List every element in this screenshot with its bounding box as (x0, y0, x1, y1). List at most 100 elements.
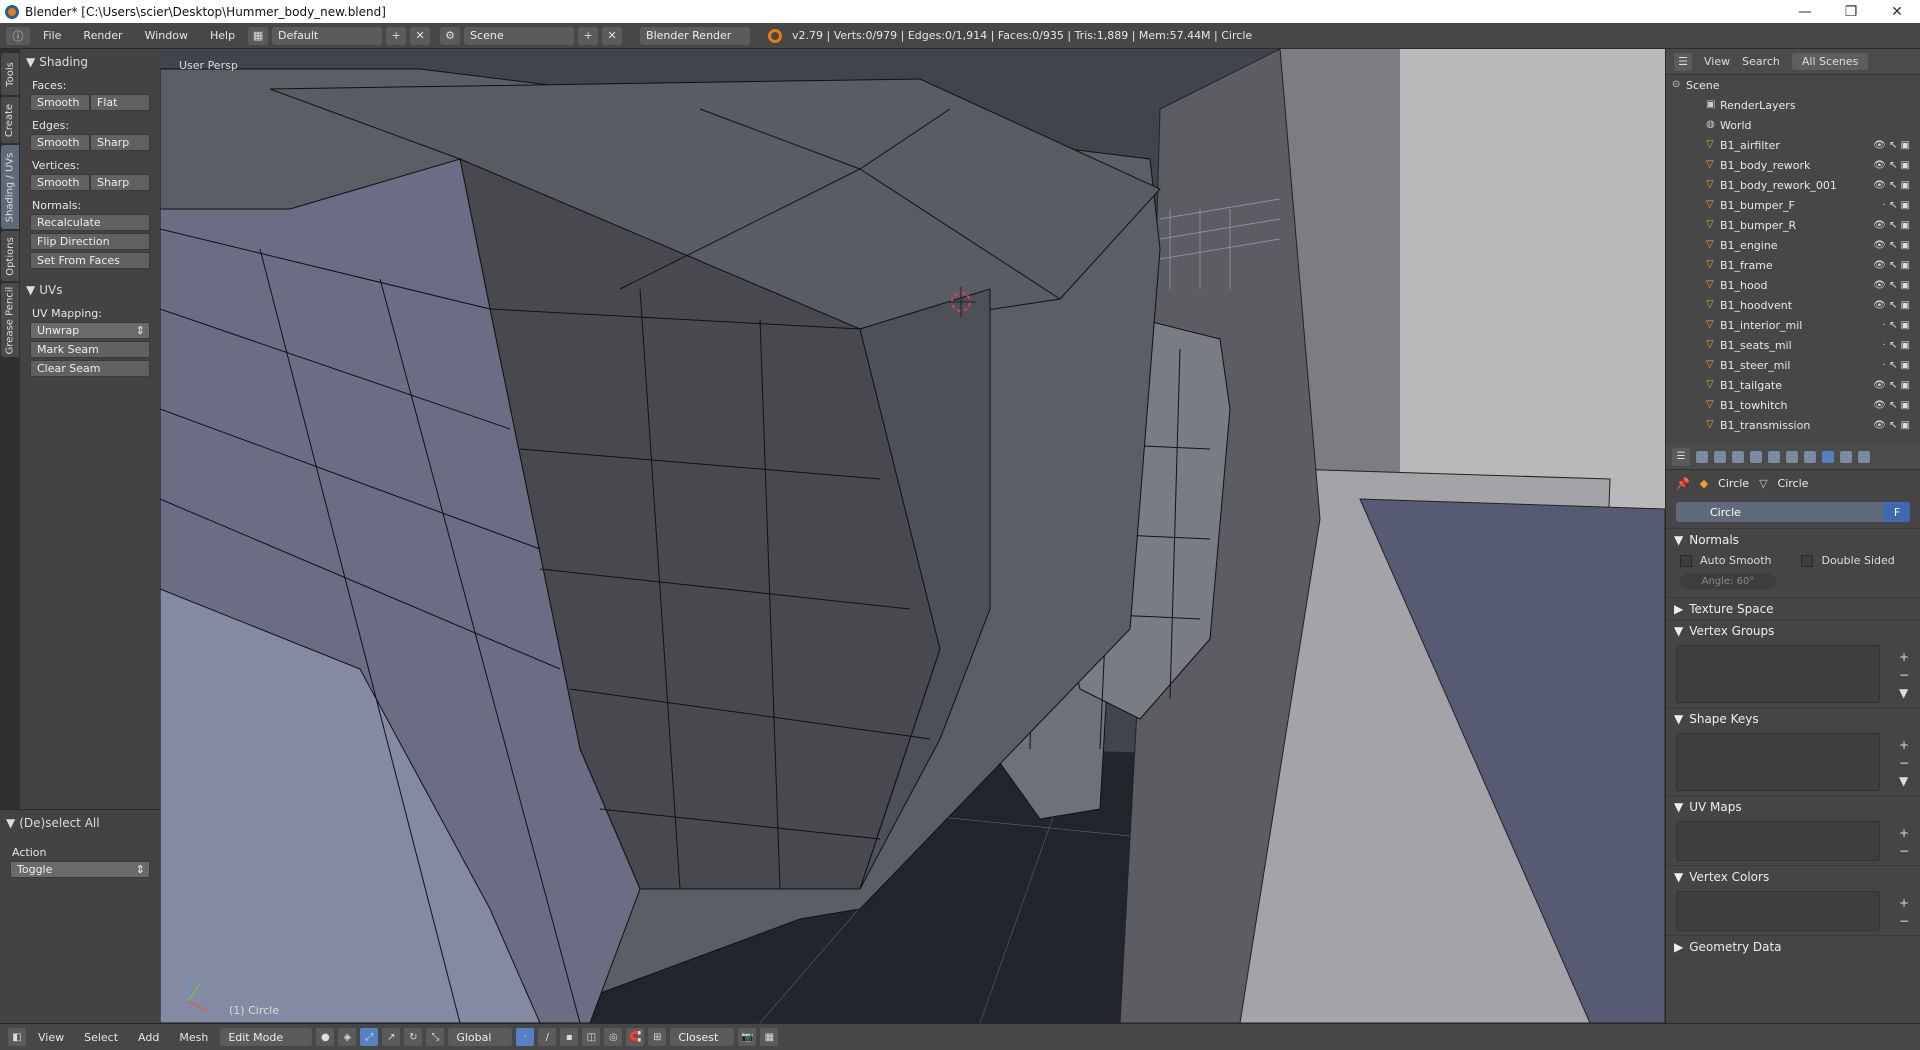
visibility-icons[interactable]: · ↖ ▣ (1883, 360, 1910, 371)
shading-panel-header[interactable]: ▼ Shading (26, 53, 154, 71)
outliner-item[interactable]: ▽ B1_hood 👁 ↖ ▣ (1666, 275, 1920, 295)
viewport-shading-icon[interactable]: ● (316, 1028, 335, 1046)
tab-tools[interactable]: Tools (1, 53, 19, 95)
vertices-smooth-button[interactable]: Smooth (30, 174, 90, 191)
visibility-icons[interactable]: 👁 ↖ ▣ (1873, 140, 1910, 151)
add-scene-icon[interactable]: + (578, 26, 599, 45)
tab-grease-pencil[interactable]: Grease Pencil (1, 283, 19, 357)
uvs-panel-header[interactable]: ▼ UVs (26, 281, 154, 299)
menu-file[interactable]: File (34, 29, 70, 42)
modifiers-tab-icon[interactable] (1804, 450, 1816, 463)
restore-icon[interactable]: ❐ (1828, 4, 1874, 20)
mesh-name-field[interactable]: Circle F (1676, 502, 1910, 522)
properties-editor-icon[interactable]: ☰ (1672, 447, 1690, 466)
outliner-item[interactable]: ▽ B1_towhitch 👁 ↖ ▣ (1666, 395, 1920, 415)
uv-maps-list[interactable]: + − (1676, 821, 1909, 861)
vertex-groups-panel-header[interactable]: ▼ Vertex Groups (1666, 619, 1920, 641)
remove-icon[interactable]: − (1899, 756, 1909, 770)
auto-smooth-checkbox[interactable]: Auto Smooth (1680, 554, 1771, 567)
outliner-item[interactable]: ▽ B1_bumper_R 👁 ↖ ▣ (1666, 215, 1920, 235)
outliner-item[interactable]: ▽ B1_airfilter 👁 ↖ ▣ (1666, 135, 1920, 155)
snap-icon[interactable]: 🧲 (626, 1028, 645, 1046)
faces-flat-button[interactable]: Flat (90, 94, 150, 111)
outliner-item-renderlayers[interactable]: ▣ RenderLayers (1666, 95, 1920, 115)
menu-add[interactable]: Add (130, 1031, 167, 1044)
visibility-icons[interactable]: 👁 ↖ ▣ (1873, 220, 1910, 231)
menu-view[interactable]: View (30, 1031, 72, 1044)
limit-selection-icon[interactable]: ◫ (582, 1028, 601, 1046)
outliner-item[interactable]: ▽ B1_steer_mil · ↖ ▣ (1666, 355, 1920, 375)
flip-direction-button[interactable]: Flip Direction (30, 233, 150, 250)
tab-options[interactable]: Options (1, 231, 19, 281)
visibility-icons[interactable]: 👁 ↖ ▣ (1873, 180, 1910, 191)
visibility-icons[interactable]: 👁 ↖ ▣ (1873, 160, 1910, 171)
outliner-item[interactable]: ▽ B1_body_rework 👁 ↖ ▣ (1666, 155, 1920, 175)
pin-icon[interactable]: 📌 (1676, 477, 1690, 490)
add-icon[interactable]: + (1899, 826, 1909, 840)
action-dropdown[interactable]: Toggle ⇕ (10, 861, 150, 878)
face-select-icon[interactable]: ▪ (560, 1028, 579, 1046)
visibility-icons[interactable]: 👁 ↖ ▣ (1873, 400, 1910, 411)
outliner-item[interactable]: ▽ B1_bumper_F · ↖ ▣ (1666, 195, 1920, 215)
visibility-icons[interactable]: 👁 ↖ ▣ (1873, 300, 1910, 311)
angle-slider[interactable]: Angle: 60° (1680, 573, 1776, 589)
outliner-item[interactable]: ▽ B1_hoodvent 👁 ↖ ▣ (1666, 295, 1920, 315)
outliner-display-dropdown[interactable]: All Scenes (1791, 53, 1869, 70)
add-icon[interactable]: + (1899, 650, 1909, 664)
proportional-editing-icon[interactable]: ◎ (604, 1028, 623, 1046)
add-layout-icon[interactable]: + (386, 26, 407, 45)
clear-seam-button[interactable]: Clear Seam (30, 360, 150, 377)
outliner-item[interactable]: ▽ B1_transmission 👁 ↖ ▣ (1666, 415, 1920, 435)
remove-layout-icon[interactable]: ✕ (410, 26, 431, 45)
snap-element-icon[interactable]: ⊞ (648, 1028, 667, 1046)
visibility-icons[interactable]: · ↖ ▣ (1883, 200, 1910, 211)
render-view-icon[interactable]: 📷 (738, 1028, 757, 1046)
visibility-icons[interactable]: 👁 ↖ ▣ (1873, 420, 1910, 431)
add-icon[interactable]: + (1899, 896, 1909, 910)
close-icon[interactable]: ✕ (1874, 4, 1920, 20)
tab-create[interactable]: Create (1, 97, 19, 143)
visibility-icons[interactable]: 👁 ↖ ▣ (1873, 280, 1910, 291)
geometry-data-panel-header[interactable]: ▶ Geometry Data (1666, 935, 1920, 957)
pivot-point-icon[interactable]: ◈ (338, 1028, 357, 1046)
outliner-item-scene[interactable]: ⊙ Scene (1666, 75, 1920, 95)
outliner-item[interactable]: ▽ B1_interior_mil · ↖ ▣ (1666, 315, 1920, 335)
edge-select-icon[interactable]: / (538, 1028, 557, 1046)
shape-keys-list[interactable]: + − ▼ (1676, 733, 1909, 791)
visibility-icons[interactable]: 👁 ↖ ▣ (1873, 260, 1910, 271)
menu-window[interactable]: Window (136, 29, 197, 42)
outliner-item[interactable]: ▽ B1_seats_mil · ↖ ▣ (1666, 335, 1920, 355)
edges-smooth-button[interactable]: Smooth (30, 134, 90, 151)
layout-icon[interactable]: ▦ (248, 26, 269, 45)
remove-icon[interactable]: − (1899, 844, 1909, 858)
menu-down-icon[interactable]: ▼ (1899, 774, 1909, 788)
remove-icon[interactable]: − (1899, 914, 1909, 928)
visibility-icons[interactable]: 👁 ↖ ▣ (1873, 380, 1910, 391)
material-tab-icon[interactable] (1840, 450, 1852, 463)
mesh-data-tab-icon[interactable] (1822, 450, 1834, 463)
menu-render[interactable]: Render (74, 29, 131, 42)
menu-help[interactable]: Help (201, 29, 244, 42)
texture-space-panel-header[interactable]: ▶ Texture Space (1666, 597, 1920, 619)
menu-mesh[interactable]: Mesh (171, 1031, 216, 1044)
render-tab-icon[interactable] (1696, 450, 1708, 463)
tab-shading-uvs[interactable]: Shading / UVs (1, 145, 19, 229)
outliner-editor-icon[interactable]: ☰ (1674, 52, 1692, 71)
scale-icon[interactable]: ⤡ (426, 1028, 445, 1046)
outliner-item-world[interactable]: ◍ World (1666, 115, 1920, 135)
vertex-select-icon[interactable]: · (516, 1028, 535, 1046)
scene-field[interactable]: Scene (464, 26, 575, 45)
outliner-item[interactable]: ▽ B1_frame 👁 ↖ ▣ (1666, 255, 1920, 275)
translate-icon[interactable]: ↗ (382, 1028, 401, 1046)
transform-orientation-dropdown[interactable]: Global (448, 1028, 513, 1046)
scene-icon[interactable]: ⚙ (440, 26, 461, 45)
world-tab-icon[interactable] (1750, 450, 1762, 463)
remove-icon[interactable]: − (1899, 668, 1909, 682)
rotate-icon[interactable]: ↻ (404, 1028, 423, 1046)
normals-panel-header[interactable]: ▼ Normals (1666, 528, 1920, 550)
faces-smooth-button[interactable]: Smooth (30, 94, 90, 111)
edges-sharp-button[interactable]: Sharp (90, 134, 150, 151)
render-engine-dropdown[interactable]: Blender Render (640, 26, 751, 45)
outliner-search-menu[interactable]: Search (1742, 55, 1780, 68)
add-icon[interactable]: + (1899, 738, 1909, 752)
